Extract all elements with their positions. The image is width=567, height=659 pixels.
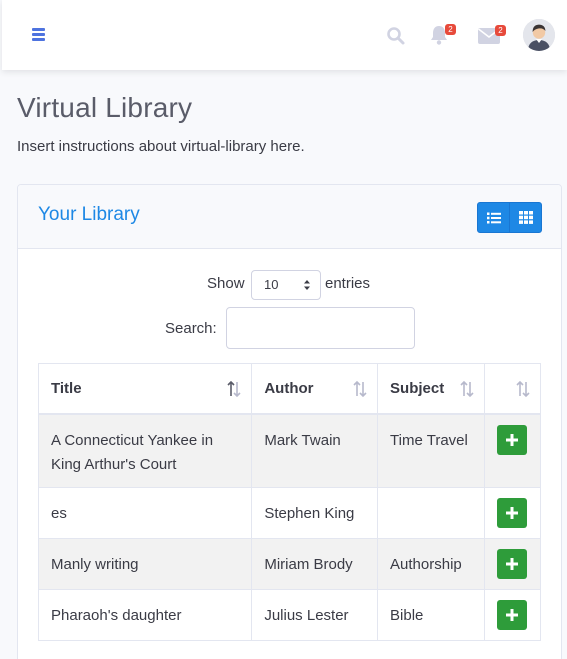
- select-caret-icon: [304, 280, 310, 290]
- table-header-row: Title Author Subject: [37, 363, 542, 415]
- table-row: A Connecticut Yankee in King Arthur's Co…: [37, 413, 542, 488]
- cell-author: Julius Lester: [251, 588, 379, 641]
- column-header-actions[interactable]: [483, 363, 542, 415]
- user-avatar[interactable]: [523, 19, 555, 51]
- bars-icon[interactable]: [32, 27, 46, 41]
- sort-icon: [460, 380, 474, 398]
- view-toggle: [477, 202, 542, 233]
- cell-author: Miriam Brody: [251, 537, 379, 590]
- cell-title: Manly writing: [37, 537, 253, 590]
- cell-title: Pharaoh's daughter: [37, 588, 253, 641]
- cell-actions: [483, 588, 542, 641]
- column-header-label: Subject: [390, 379, 445, 397]
- column-header-title[interactable]: Title: [37, 363, 253, 415]
- table-search-input[interactable]: [226, 307, 415, 349]
- cell-author: Stephen King: [251, 486, 379, 539]
- plus-icon: [505, 433, 518, 446]
- entries-label: entries: [325, 275, 371, 292]
- table-row: es Stephen King: [37, 486, 542, 539]
- cell-subject: [377, 486, 485, 539]
- column-header-label: Author: [264, 379, 314, 397]
- page-title: Virtual Library: [17, 92, 193, 123]
- cell-subject: Authorship: [377, 537, 485, 590]
- column-header-subject[interactable]: Subject: [377, 363, 485, 415]
- plus-icon: [505, 506, 518, 519]
- table-row: Manly writing Miriam Brody Authorship: [37, 537, 542, 590]
- cell-title: es: [37, 486, 253, 539]
- topbar: 2 2: [2, 0, 567, 70]
- messages-count-badge: 2: [495, 25, 506, 36]
- search-label: Search:: [165, 320, 217, 337]
- add-book-button[interactable]: [496, 424, 527, 455]
- cell-subject: Bible: [377, 588, 485, 641]
- card-header: Your Library: [18, 185, 561, 249]
- table-row: Pharaoh's daughter Julius Lester Bible: [37, 588, 542, 641]
- page-instructions: Insert instructions about virtual-librar…: [17, 138, 305, 155]
- library-table: Title Author Subject A Connecticut Yanke…: [37, 363, 542, 641]
- page-length-value: 10: [264, 277, 279, 292]
- column-header-label: Title: [51, 379, 82, 397]
- alerts-count-badge: 2: [445, 24, 456, 35]
- grid-view-button[interactable]: [509, 202, 542, 233]
- cell-author: Mark Twain: [251, 413, 379, 488]
- add-book-button[interactable]: [496, 599, 527, 630]
- sort-ascending-icon: [227, 380, 241, 398]
- search-icon[interactable]: [386, 26, 406, 46]
- library-card: Your Library Show 10 entries Search: Tit…: [17, 184, 562, 659]
- cell-actions: [483, 413, 542, 488]
- cell-title: A Connecticut Yankee in King Arthur's Co…: [37, 413, 253, 488]
- list-icon: [486, 212, 501, 223]
- show-label: Show: [207, 275, 245, 292]
- add-book-button[interactable]: [496, 548, 527, 579]
- cell-actions: [483, 486, 542, 539]
- cell-actions: [483, 537, 542, 590]
- plus-icon: [505, 608, 518, 621]
- card-title: Your Library: [38, 204, 140, 225]
- add-book-button[interactable]: [496, 497, 527, 528]
- page-length-select[interactable]: 10: [251, 270, 321, 300]
- sort-icon: [516, 380, 530, 398]
- column-header-author[interactable]: Author: [251, 363, 379, 415]
- plus-icon: [505, 557, 518, 570]
- sort-icon: [353, 380, 367, 398]
- grid-icon: [518, 211, 533, 224]
- list-view-button[interactable]: [477, 202, 510, 233]
- cell-subject: Time Travel: [377, 413, 485, 488]
